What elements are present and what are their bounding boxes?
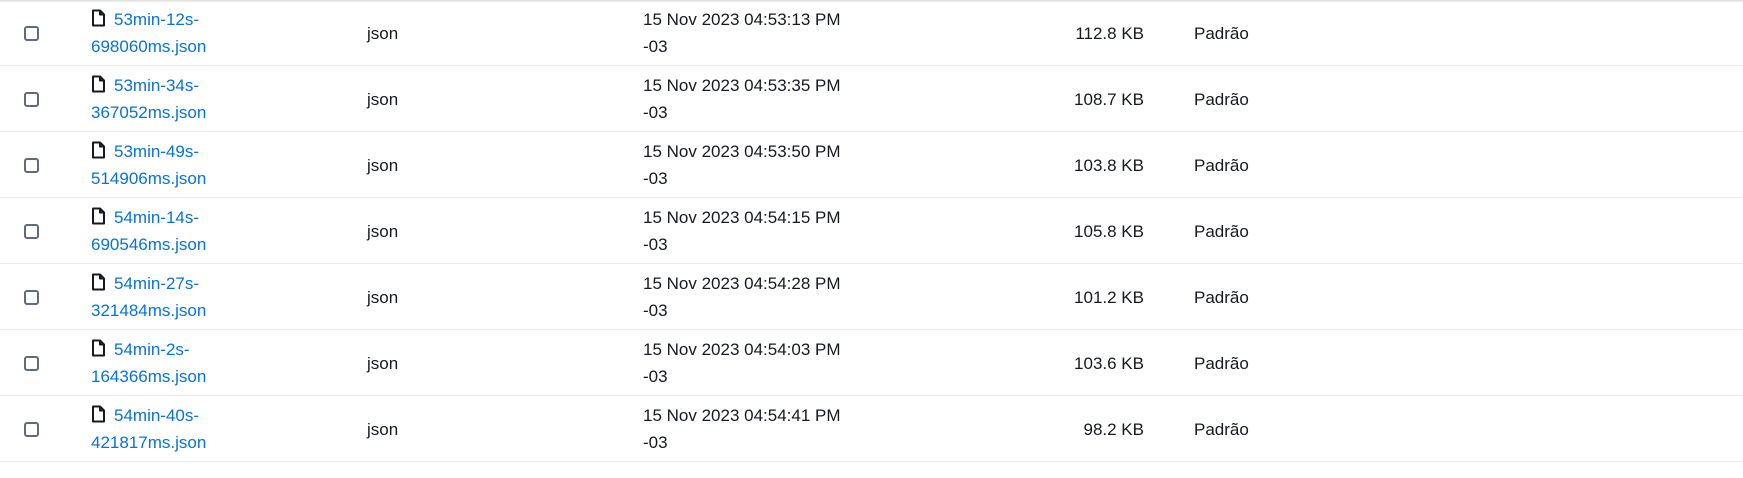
table-row: 53min-34s- 367052ms.json json 15 Nov 2023… <box>0 66 1743 132</box>
object-size: 101.2 KB <box>1074 288 1144 307</box>
object-name-line1: 54min-27s- <box>114 274 200 293</box>
object-name-cell: 53min-34s- 367052ms.json <box>91 72 291 126</box>
object-name-link[interactable]: 54min-27s- 321484ms.json <box>91 274 206 320</box>
object-name-line2: 514906ms.json <box>91 169 207 188</box>
object-name-link[interactable]: 54min-40s- 421817ms.json <box>91 406 206 452</box>
object-name-line1: 53min-34s- <box>114 76 200 95</box>
object-size: 98.2 KB <box>1083 420 1145 439</box>
last-modified-datetime: 15 Nov 2023 04:53:13 PM <box>643 10 841 29</box>
row-checkbox[interactable] <box>24 158 39 173</box>
objects-table: 53min-12s- 698060ms.json json 15 Nov 2023… <box>0 0 1743 478</box>
object-name-link[interactable]: 53min-34s- 367052ms.json <box>91 76 206 122</box>
object-name-line1: 54min-2s- <box>114 340 190 359</box>
last-modified-datetime: 15 Nov 2023 04:54:15 PM <box>643 208 841 227</box>
file-icon <box>92 75 105 93</box>
object-size: 103.8 KB <box>1074 156 1144 175</box>
last-modified: 15 Nov 2023 04:53:13 PM -03 <box>643 6 883 60</box>
object-name-line1: 53min-49s- <box>114 142 200 161</box>
object-name-link[interactable]: 53min-49s- 514906ms.json <box>91 142 206 188</box>
table-row: 54min-40s- 421817ms.json json 15 Nov 2023… <box>0 396 1743 462</box>
last-modified-datetime: 15 Nov 2023 04:54:03 PM <box>643 340 841 359</box>
last-modified-timezone: -03 <box>643 301 668 320</box>
object-name-link[interactable]: 54min-14s- 690546ms.json <box>91 208 206 254</box>
object-name-line2: 690546ms.json <box>91 235 207 254</box>
object-name-cell: 54min-27s- 321484ms.json <box>91 270 291 324</box>
last-modified-timezone: -03 <box>643 367 668 386</box>
table-row: 53min-49s- 514906ms.json json 15 Nov 2023… <box>0 132 1743 198</box>
object-name-cell: 53min-49s- 514906ms.json <box>91 138 291 192</box>
object-type: json <box>367 24 399 43</box>
object-type: json <box>367 420 399 439</box>
file-icon <box>92 141 105 159</box>
row-checkbox[interactable] <box>24 92 39 107</box>
object-size: 105.8 KB <box>1074 222 1144 241</box>
file-icon <box>92 405 105 423</box>
row-checkbox[interactable] <box>24 224 39 239</box>
storage-class: Padrão <box>1194 354 1249 373</box>
object-type: json <box>367 354 399 373</box>
object-name-cell: 54min-14s- 690546ms.json <box>91 204 291 258</box>
object-type: json <box>367 90 399 109</box>
table-row: 54min-14s- 690546ms.json json 15 Nov 2023… <box>0 198 1743 264</box>
file-icon <box>92 273 105 291</box>
row-checkbox[interactable] <box>24 26 39 41</box>
last-modified-timezone: -03 <box>643 169 668 188</box>
last-modified-timezone: -03 <box>643 103 668 122</box>
last-modified: 15 Nov 2023 04:54:03 PM -03 <box>643 336 883 390</box>
last-modified: 15 Nov 2023 04:54:41 PM -03 <box>643 402 883 456</box>
last-modified-timezone: -03 <box>643 433 668 452</box>
last-modified-datetime: 15 Nov 2023 04:54:41 PM <box>643 406 841 425</box>
file-icon <box>92 9 105 27</box>
last-modified-datetime: 15 Nov 2023 04:53:35 PM <box>643 76 841 95</box>
last-modified-datetime: 15 Nov 2023 04:54:28 PM <box>643 274 841 293</box>
table-row: 54min-27s- 321484ms.json json 15 Nov 2023… <box>0 264 1743 330</box>
object-name-line2: 421817ms.json <box>91 433 207 452</box>
last-modified: 15 Nov 2023 04:54:15 PM -03 <box>643 204 883 258</box>
object-name-line2: 367052ms.json <box>91 103 207 122</box>
last-modified: 15 Nov 2023 04:53:50 PM -03 <box>643 138 883 192</box>
object-name-line1: 54min-40s- <box>114 406 200 425</box>
storage-class: Padrão <box>1194 24 1249 43</box>
last-modified-datetime: 15 Nov 2023 04:53:50 PM <box>643 142 841 161</box>
storage-class: Padrão <box>1194 420 1249 439</box>
file-icon <box>92 207 105 225</box>
row-checkbox[interactable] <box>24 356 39 371</box>
object-name-line2: 321484ms.json <box>91 301 207 320</box>
object-name-cell: 54min-2s- 164366ms.json <box>91 336 291 390</box>
object-name-link[interactable]: 53min-12s- 698060ms.json <box>91 10 206 56</box>
row-checkbox[interactable] <box>24 422 39 437</box>
last-modified: 15 Nov 2023 04:54:28 PM -03 <box>643 270 883 324</box>
last-modified: 15 Nov 2023 04:53:35 PM -03 <box>643 72 883 126</box>
object-size: 112.8 KB <box>1075 24 1144 43</box>
object-name-cell: 53min-12s- 698060ms.json <box>91 6 291 60</box>
last-modified-timezone: -03 <box>643 37 668 56</box>
object-type: json <box>367 288 399 307</box>
object-type: json <box>367 222 399 241</box>
object-name-cell: 54min-40s- 421817ms.json <box>91 402 291 456</box>
object-name-line1: 53min-12s- <box>114 10 200 29</box>
object-name-line2: 698060ms.json <box>91 37 207 56</box>
storage-class: Padrão <box>1194 90 1249 109</box>
table-row: 54min-2s- 164366ms.json json 15 Nov 2023 … <box>0 330 1743 396</box>
object-type: json <box>367 156 399 175</box>
storage-class: Padrão <box>1194 156 1249 175</box>
object-size: 108.7 KB <box>1074 90 1144 109</box>
table-row: 53min-12s- 698060ms.json json 15 Nov 2023… <box>0 0 1743 66</box>
object-name-link[interactable]: 54min-2s- 164366ms.json <box>91 340 206 386</box>
storage-class: Padrão <box>1194 222 1249 241</box>
last-modified-timezone: -03 <box>643 235 668 254</box>
storage-class: Padrão <box>1194 288 1249 307</box>
file-icon <box>92 339 105 357</box>
row-checkbox[interactable] <box>24 290 39 305</box>
object-size: 103.6 KB <box>1074 354 1144 373</box>
object-name-line1: 54min-14s- <box>114 208 200 227</box>
object-name-line2: 164366ms.json <box>91 367 207 386</box>
